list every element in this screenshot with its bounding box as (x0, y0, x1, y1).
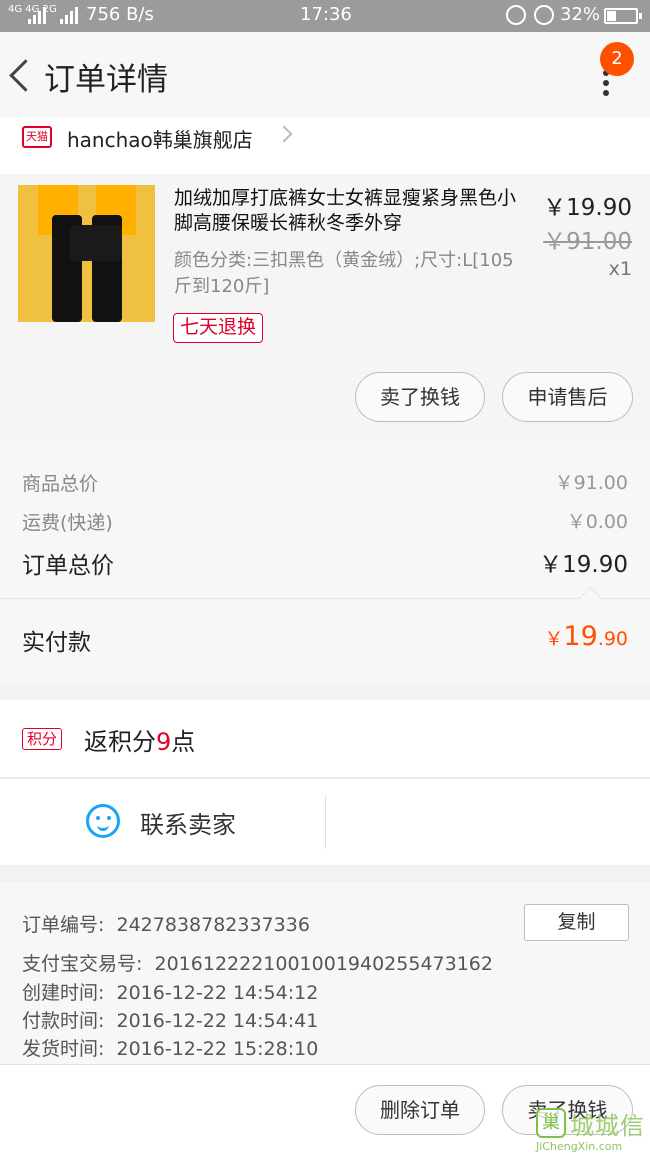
points-row: 积分 返积分9点 (0, 700, 650, 778)
alipay-label: 支付宝交易号: (22, 953, 143, 975)
contact-seller-button[interactable]: 联系卖家 (140, 805, 236, 840)
order-total-label: 订单总价 (22, 553, 114, 579)
watermark-logo-icon: 巢 (536, 1108, 566, 1138)
paid-time: 2016-12-22 14:54:41 (116, 1010, 319, 1032)
delete-order-button[interactable]: 删除订单 (355, 1085, 485, 1135)
after-sales-button[interactable]: 申请售后 (502, 372, 633, 422)
order-number-line: 订单编号: 2427838782337336 (22, 910, 310, 937)
status-bar: 4G 4G 2G 756 B/s 17:36 32% (0, 0, 650, 32)
order-info: 订单编号: 2427838782337336 复制 支付宝交易号: 201612… (0, 882, 650, 1064)
product-quantity: x1 (608, 258, 632, 280)
app-header: 订单详情 2 (0, 32, 650, 120)
order-number-label: 订单编号: (22, 914, 105, 936)
watermark-name: 城城信 (570, 1112, 645, 1140)
watermark-url: JiChengXin.com (536, 1140, 623, 1153)
sell-for-cash-button[interactable]: 卖了换钱 (355, 372, 485, 422)
points-count: 9 (156, 728, 172, 756)
created-label: 创建时间: (22, 982, 105, 1004)
product-price: ￥19.90 (543, 195, 632, 221)
paid-label: 实付款 (22, 630, 91, 656)
back-icon[interactable] (8, 56, 34, 96)
product-sku: 颜色分类:三扣黑色（黄金绒）;尺寸:L[105斤到120斤] (174, 250, 514, 297)
paid-value: ￥19.90 (544, 621, 628, 652)
order-number: 2427838782337336 (116, 914, 310, 936)
original-price: ￥91.00 (543, 229, 632, 255)
watermark: 巢 城城信 JiChengXin.com (528, 1104, 650, 1155)
created-line: 创建时间: 2016-12-22 14:54:12 (22, 978, 318, 1005)
alipay-line: 支付宝交易号: 2016122221001001940255473162 (22, 949, 493, 976)
shipped-time: 2016-12-22 15:28:10 (116, 1038, 319, 1060)
product-title[interactable]: 加绒加厚打底裤女士女裤显瘦紧身黑色小脚高腰保暖长裤秋冬季外穿 (174, 186, 529, 236)
paid-currency: ￥ (544, 628, 564, 650)
points-tag: 积分 (22, 728, 63, 750)
shop-row[interactable]: 天猫 hanchao韩巢旗舰店 (0, 118, 650, 174)
copy-button[interactable]: 复制 (524, 904, 629, 941)
shipped-line: 发货时间: 2016-12-22 15:28:10 (22, 1034, 318, 1061)
contact-row: 联系卖家 (0, 779, 650, 865)
battery-percent: 32% (560, 4, 601, 25)
chevron-right-icon (275, 125, 293, 143)
paid-amount-row: 实付款 ￥19.90 (0, 586, 650, 684)
order-total-value: ￥19.90 (539, 552, 628, 578)
signal-2-icon (60, 7, 78, 24)
shipped-label: 发货时间: (22, 1038, 105, 1060)
network-speed: 756 B/s (86, 4, 154, 25)
price-summary: 商品总价 ￥91.00 运费(快递) ￥0.00 订单总价 ￥19.90 (0, 442, 650, 598)
points-prefix: 返积分 (84, 728, 156, 756)
goods-total-label: 商品总价 (22, 473, 99, 495)
tmall-icon: 天猫 (22, 126, 52, 148)
shipping-label: 运费(快递) (22, 512, 113, 534)
alipay-number: 2016122221001001940255473162 (154, 953, 493, 975)
order-item[interactable]: 加绒加厚打底裤女士女裤显瘦紧身黑色小脚高腰保暖长裤秋冬季外穿 ￥19.90 ￥9… (0, 174, 650, 442)
alarm-icon (534, 5, 554, 25)
paid-time-label: 付款时间: (22, 1010, 105, 1032)
clock: 17:36 (300, 4, 352, 25)
goods-total-value: ￥91.00 (554, 472, 628, 494)
wangwang-chat-icon[interactable] (86, 804, 120, 838)
points-text: 返积分9点 (84, 722, 195, 757)
rotation-lock-icon (506, 5, 526, 25)
paid-decimal: .90 (597, 628, 628, 650)
shipping-value: ￥0.00 (566, 511, 628, 533)
seven-day-return-tag: 七天退换 (173, 313, 264, 343)
divider (325, 795, 326, 849)
page-title: 订单详情 (44, 62, 168, 98)
shop-name[interactable]: hanchao韩巢旗舰店 (67, 124, 253, 153)
signal-icon (28, 7, 46, 24)
product-image[interactable] (18, 185, 155, 322)
message-count-badge[interactable]: 2 (600, 42, 634, 76)
created-time: 2016-12-22 14:54:12 (116, 982, 319, 1004)
battery-icon (604, 8, 642, 24)
paid-integer: 19 (563, 621, 598, 652)
points-suffix: 点 (171, 728, 196, 756)
paid-time-line: 付款时间: 2016-12-22 14:54:41 (22, 1006, 318, 1033)
